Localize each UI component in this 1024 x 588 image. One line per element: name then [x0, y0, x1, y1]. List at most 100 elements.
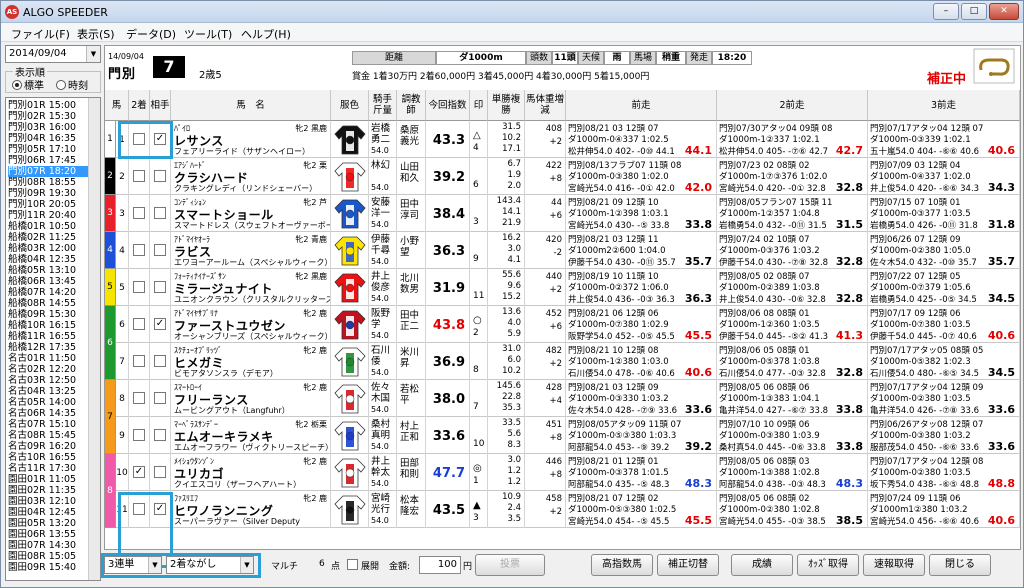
mark-cell[interactable]: 10 [470, 417, 488, 454]
race-list-item[interactable]: 門別02R 15:30 [8, 111, 88, 122]
prev-race-3[interactable]: 門別07/15 07 10頭 01 ダ1000m-0③377 1:03.5 岩橋勇5… [868, 195, 1020, 232]
race-list-item[interactable]: 船橋02R 11:25 [8, 232, 88, 243]
horse-name-cell[interactable]: ｽｸﾁｭｰｵﾌﾞﾘｯﾂﾞ 牝2 鹿ヒメガミ ビモアタソンスラ（デモア） [171, 343, 331, 380]
race-list-item[interactable]: 名古11R 17:30 [8, 463, 88, 474]
second-checkbox[interactable] [133, 170, 145, 182]
race-list-item[interactable]: 名古03R 12:50 [8, 375, 88, 386]
amount-input[interactable]: 100 [419, 556, 461, 574]
race-list-item[interactable]: 船橋05R 13:10 [8, 265, 88, 276]
race-list-item[interactable]: 船橋06R 13:45 [8, 276, 88, 287]
race-list-item[interactable]: 門別06R 17:45 [8, 155, 88, 166]
horse-name-cell[interactable]: ﾌｧｽﾘｴﾌ 牝2 鹿ヒワノランニング スーパーラヴァー（Silver Deputy [171, 491, 331, 528]
table-row[interactable]: 8 ｽﾏｰﾄﾛｰｲ 牝2 鹿フリーランス ムービングアウト（Langfuhr） 佐々木国… [105, 380, 1020, 417]
prev-race-2[interactable]: 門別08/06 08 08頭 01 ダ1000m-1②360 1:03.5 伊藤千5… [717, 306, 868, 343]
results-button[interactable]: 成績 [731, 554, 793, 576]
second-checkbox[interactable] [133, 244, 145, 256]
race-list-item[interactable]: 園田02R 11:35 [8, 485, 88, 496]
prev-race-2[interactable]: 門別07/23 02 08頭 02 ダ1000m-1⑦③376 1:02.0 宮崎光… [717, 158, 868, 195]
partner-checkbox[interactable] [154, 281, 166, 293]
horse-name-cell[interactable]: ﾏｰﾍﾞﾗｽｻﾝﾃﾞｰ 牝2 栃栗 エムオーキラメキ エムオーフラワー（ヴィクトリース… [171, 417, 331, 454]
menu-file[interactable]: ファイル(F) [11, 26, 70, 42]
prev-race-3[interactable]: 門別07/17アタッ04 12頭 08 ダ1000m-0②380 1:03.5 坂下… [868, 454, 1020, 491]
race-list-item[interactable]: 園田08R 15:05 [8, 551, 88, 562]
second-checkbox[interactable] [133, 392, 145, 404]
close-window-button[interactable]: 閉じる [929, 554, 991, 576]
prev-race-3[interactable]: 門別07/17アタッ04 12頭 09 ダ1000m-0②380 1:03.5 亀井… [868, 380, 1020, 417]
race-list-item[interactable]: 園田06R 13:55 [8, 529, 88, 540]
race-list-item[interactable]: 園田09R 15:40 [8, 562, 88, 573]
radio-time[interactable]: 時刻 [56, 77, 88, 92]
race-list-item[interactable]: 船橋09R 15:30 [8, 309, 88, 320]
second-checkbox[interactable] [133, 133, 145, 145]
prev-race-3[interactable]: 門別07/17アタッ05 08頭 05 ダ1000m-0⑤382 1:02.3 石川… [868, 343, 1020, 380]
race-list-item[interactable]: 名古06R 14:35 [8, 408, 88, 419]
prev-race-1[interactable]: 門別08/21 01 12頭 01 ダ1000m-0③378 1:01.5 阿部龍5… [566, 454, 717, 491]
radio-standard[interactable]: 標準 [12, 77, 44, 92]
race-list-item[interactable]: 門別01R 15:00 [8, 100, 88, 111]
menu-data[interactable]: データ(D) [126, 26, 176, 42]
horse-name-cell[interactable]: ﾊﾟｲﾛ 牝2 黒鹿 レサンス フェアリーライド（サザンヘイロー） [171, 121, 331, 158]
horse-name-cell[interactable]: ﾒｲｼｮｳﾀﾝｿﾞﾝ 牝2 鹿ユリカゴ クイエスコリ（ザーフヘアハート） [171, 454, 331, 491]
race-list-item[interactable]: 船橋07R 14:20 [8, 287, 88, 298]
table-row[interactable]: 3 ｺﾝﾃﾞｨｼｮﾝ 牝2 芦スマートショール スマートドレス（スウェフトオーヴァーボ… [105, 195, 1020, 232]
correction-toggle-button[interactable]: 補正切替 [657, 554, 719, 576]
race-list-item[interactable]: 園田05R 13:20 [8, 518, 88, 529]
mark-cell[interactable]: 3 [470, 195, 488, 232]
race-list-item[interactable]: 名古09R 16:20 [8, 441, 88, 452]
prev-race-1[interactable]: 門別08/21 03 12頭 11 ダ1000m2②600 1:04.0 伊藤千54… [566, 232, 717, 269]
race-list-item[interactable]: 船橋12R 17:35 [8, 342, 88, 353]
date-select[interactable]: 2014/09/04 ▼ [5, 45, 101, 63]
prev-race-2[interactable]: 門別08/06 05 08頭 01 ダ1000m-0⑤378 1:03.8 石川倭5… [717, 343, 868, 380]
partner-checkbox[interactable] [154, 207, 166, 219]
race-list-item[interactable]: 門別11R 20:40 [8, 210, 88, 221]
prev-race-2[interactable]: 門別07/24 02 10頭 07 ダ1000m-0③376 1:03.2 伊藤千5… [717, 232, 868, 269]
partner-checkbox[interactable] [154, 355, 166, 367]
race-list-item[interactable]: 船橋04R 12:35 [8, 254, 88, 265]
horse-name-cell[interactable]: ﾌｫｰﾃｨﾅｲﾅｰｽﾞｻﾝ 牝2 黒鹿 ミラージュナイト ユニオンクラウン（クリスタル… [171, 269, 331, 306]
second-checkbox[interactable] [133, 207, 145, 219]
race-list-item[interactable]: 名古01R 11:50 [8, 353, 88, 364]
second-checkbox[interactable] [133, 503, 145, 515]
second-checkbox[interactable]: ✓ [133, 466, 145, 478]
vote-button[interactable]: 投票 [475, 554, 545, 576]
horse-name-cell[interactable]: ｴｱｼﾞﾊｰﾄﾞ 牝2 栗クラシハード クラキングレディ（リンドシェーバー） [171, 158, 331, 195]
table-row[interactable]: 9 ﾏｰﾍﾞﾗｽｻﾝﾃﾞｰ 牝2 栃栗 エムオーキラメキ エムオーフラワー（ヴィクトリー… [105, 417, 1020, 454]
race-list-scrollbar[interactable] [88, 98, 100, 580]
race-list-item[interactable]: 門別08R 18:55 [8, 177, 88, 188]
second-checkbox[interactable] [133, 355, 145, 367]
race-list-item[interactable]: 門別05R 17:10 [8, 144, 88, 155]
prev-race-2[interactable]: 門別07/10 10 09頭 06 ダ1000m-0③380 1:03.9 桑村真5… [717, 417, 868, 454]
prev-race-3[interactable]: 門別07/17アタッ04 12頭 07 ダ1000m-0③339 1:02.1 五十… [868, 121, 1020, 158]
partner-checkbox[interactable] [154, 429, 166, 441]
table-row[interactable]: 11 ✓ ﾌｧｽﾘｴﾌ 牝2 鹿ヒワノランニング スーパーラヴァー（Silver Dep… [105, 491, 1020, 528]
mark-cell[interactable]: 8 [470, 343, 488, 380]
partner-checkbox[interactable] [154, 466, 166, 478]
prev-race-1[interactable]: 門別08/21 07 12頭 02 ダ1000m-0⑤③380 1:02.5 宮崎光… [566, 491, 717, 528]
high-index-button[interactable]: 高指数馬 [591, 554, 653, 576]
race-list-item[interactable]: 門別07R 18:20 [8, 166, 88, 177]
close-button[interactable]: ✕ [989, 3, 1019, 20]
mark-cell[interactable]: 9 [470, 232, 488, 269]
prev-race-1[interactable]: 門別08/21 09 12頭 10 ダ1000m-1②398 1:03.1 宮崎光5… [566, 195, 717, 232]
chevron-down-icon[interactable]: ▼ [240, 557, 253, 573]
prev-race-2[interactable]: 門別08/05フラン07 15頭 11 ダ1000m-1②357 1:04.8 岩橋… [717, 195, 868, 232]
prev-race-1[interactable]: 門別08/05アタッ09 11頭 07 ダ1000m-0⑤③380 1:03.3 阿… [566, 417, 717, 454]
horse-name-cell[interactable]: ｱﾄﾞﾏｲﾔｻﾌﾞﾘﾅ 牝2 鹿ファーストユウゼン オーシャンブリーズ（スペシャルウ… [171, 306, 331, 343]
chevron-down-icon[interactable]: ▼ [148, 557, 161, 573]
race-list-item[interactable]: 船橋10R 16:15 [8, 320, 88, 331]
menu-help[interactable]: ヘルプ(H) [241, 26, 291, 42]
partner-checkbox[interactable]: ✓ [154, 133, 166, 145]
race-list-item[interactable]: 門別09R 19:30 [8, 188, 88, 199]
prev-race-2[interactable]: 門別08/05 06 08頭 03 ダ1000m-1③388 1:02.8 阿部龍5… [717, 454, 868, 491]
horse-name-cell[interactable]: ｱﾄﾞﾏｲﾔｵｰﾗ 牝2 青鹿 ラビス エワヨーアールーム（スペシャルウィーク） [171, 232, 331, 269]
race-list-item[interactable]: 名古08R 15:45 [8, 430, 88, 441]
race-list-item[interactable]: 門別03R 16:00 [8, 122, 88, 133]
second-checkbox[interactable] [133, 318, 145, 330]
race-list-item[interactable]: 名古04R 13:25 [8, 386, 88, 397]
prev-race-3[interactable]: 門別07/09 03 12頭 04 ダ1000m-0④337 1:02.0 井上俊5… [868, 158, 1020, 195]
minimize-button[interactable]: – [933, 3, 959, 20]
maximize-button[interactable]: □ [961, 3, 987, 20]
chevron-down-icon[interactable]: ▼ [86, 46, 100, 62]
prev-race-3[interactable]: 門別07/17 09 12頭 06 ダ1000m-0⑦380 1:03.5 伊藤千5… [868, 306, 1020, 343]
table-row[interactable]: 7 ｽｸﾁｭｰｵﾌﾞﾘｯﾂﾞ 牝2 鹿ヒメガミ ビモアタソンスラ（デモア） 石川倭 54.… [105, 343, 1020, 380]
